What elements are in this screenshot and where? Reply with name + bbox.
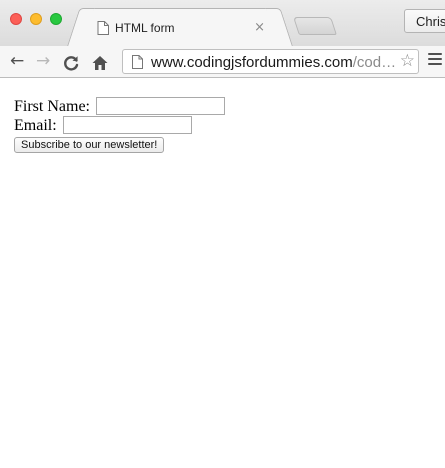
hamburger-menu-icon[interactable] — [428, 53, 442, 67]
url-path: /cod… — [352, 54, 397, 71]
home-icon[interactable] — [91, 52, 109, 74]
back-arrow-icon[interactable]: ← — [10, 50, 24, 72]
tab-title: HTML form — [115, 21, 175, 35]
forward-arrow-icon[interactable]: → — [36, 50, 50, 72]
page-icon — [132, 55, 143, 69]
email-input[interactable] — [62, 116, 192, 134]
url-text: www.codingjsfordummies.com/cod… — [151, 54, 396, 71]
email-row: Email: — [14, 116, 445, 135]
star-icon[interactable]: ☆ — [400, 51, 415, 71]
page-content: First Name: Email: Subscribe to our news… — [0, 79, 445, 468]
reload-icon[interactable] — [62, 52, 80, 74]
url-host: www.codingjsfordummies.com — [151, 54, 353, 71]
close-icon[interactable]: × — [254, 20, 265, 35]
window-close-button[interactable] — [10, 13, 22, 25]
address-bar[interactable]: www.codingjsfordummies.com/cod… ☆ — [122, 49, 419, 74]
email-label: Email: — [14, 117, 57, 134]
window-titlebar: HTML form × Chris — [0, 0, 445, 46]
first-name-label: First Name: — [14, 98, 90, 115]
newsletter-form: First Name: Email: Subscribe to our news… — [14, 97, 445, 153]
first-name-input[interactable] — [96, 97, 225, 115]
first-name-row: First Name: — [14, 97, 445, 116]
subscribe-button[interactable]: Subscribe to our newsletter! — [14, 137, 165, 153]
new-tab-button[interactable] — [293, 17, 337, 35]
page-icon — [97, 21, 109, 35]
browser-toolbar: ← → www.codingjsfordummies.com/cod… ☆ — [0, 46, 445, 78]
browser-tab[interactable]: HTML form × — [80, 8, 280, 46]
profile-button[interactable]: Chris — [404, 9, 445, 33]
window-maximize-button[interactable] — [50, 13, 62, 25]
window-minimize-button[interactable] — [30, 13, 42, 25]
